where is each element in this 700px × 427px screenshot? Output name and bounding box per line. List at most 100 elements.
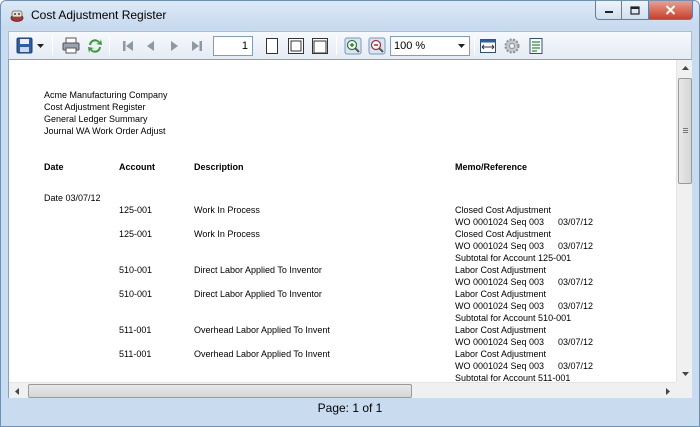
zoom-value: 100 % bbox=[394, 40, 426, 52]
row-description: Direct Labor Applied To Inventor bbox=[194, 265, 322, 275]
zoom-out-button[interactable] bbox=[366, 35, 388, 56]
page-width-icon bbox=[312, 37, 328, 54]
fit-page-icon bbox=[288, 37, 304, 54]
page-indicator: Page: 1 of 1 bbox=[317, 401, 383, 415]
close-icon bbox=[665, 5, 676, 15]
report-subtitle: General Ledger Summary bbox=[44, 114, 148, 124]
printer-icon bbox=[62, 37, 80, 54]
settings-button[interactable] bbox=[501, 35, 523, 56]
scroll-left-button[interactable] bbox=[9, 383, 25, 399]
previous-page-button[interactable] bbox=[140, 35, 162, 56]
row-reference-date: 03/07/12 bbox=[558, 337, 594, 347]
horizontal-scroll-thumb[interactable] bbox=[28, 384, 412, 398]
first-page-button[interactable] bbox=[117, 35, 139, 56]
single-page-button[interactable] bbox=[261, 35, 283, 56]
next-page-icon bbox=[171, 40, 178, 51]
scroll-down-button[interactable] bbox=[677, 366, 693, 382]
scroll-up-button[interactable] bbox=[677, 60, 693, 76]
page-setup-button[interactable] bbox=[477, 35, 499, 56]
account-subtotal: Subtotal for Account 511-001 bbox=[455, 373, 571, 382]
report-company-name: Acme Manufacturing Company bbox=[44, 90, 168, 100]
save-icon bbox=[16, 37, 32, 54]
toolbar-separator bbox=[474, 36, 475, 55]
toolbar-separator bbox=[52, 36, 53, 55]
scroll-right-button[interactable] bbox=[660, 383, 676, 399]
gear-icon bbox=[504, 38, 520, 53]
row-reference: WO 0001024 Seq 003 bbox=[455, 337, 545, 347]
row-account: 125-001 bbox=[119, 205, 153, 215]
toolbar-separator bbox=[109, 36, 110, 55]
vertical-scroll-thumb[interactable] bbox=[678, 78, 692, 184]
zoom-select[interactable]: 100 % bbox=[390, 36, 470, 56]
row-reference-date: 03/07/12 bbox=[558, 277, 594, 287]
page-setup-icon bbox=[480, 38, 496, 53]
row-reference: WO 0001024 Seq 003 bbox=[455, 241, 545, 251]
report-journal: Journal WA Work Order Adjust bbox=[44, 126, 166, 136]
minimize-icon bbox=[604, 11, 613, 13]
last-page-button[interactable] bbox=[186, 35, 208, 56]
close-button[interactable] bbox=[649, 1, 693, 20]
print-button[interactable] bbox=[60, 35, 82, 56]
row-memo: Closed Cost Adjustment bbox=[455, 205, 552, 215]
column-header-memo: Memo/Reference bbox=[455, 162, 528, 172]
chevron-down-icon bbox=[681, 372, 689, 376]
toolbar: 1 100 % bbox=[8, 31, 692, 59]
first-page-icon bbox=[123, 40, 133, 51]
single-page-icon bbox=[266, 37, 278, 54]
report-page: Acme Manufacturing Company Cost Adjustme… bbox=[9, 60, 676, 382]
vertical-scrollbar[interactable] bbox=[676, 60, 692, 382]
chevron-right-icon bbox=[666, 387, 670, 395]
zoom-in-button[interactable] bbox=[342, 35, 364, 56]
row-reference-date: 03/07/12 bbox=[558, 217, 594, 227]
row-memo: Closed Cost Adjustment bbox=[455, 229, 552, 239]
maximize-icon bbox=[630, 5, 640, 15]
report-title: Cost Adjustment Register bbox=[44, 102, 146, 112]
account-subtotal: Subtotal for Account 125-001 bbox=[455, 253, 572, 263]
row-account: 125-001 bbox=[119, 229, 153, 239]
page-number-input[interactable]: 1 bbox=[213, 36, 253, 56]
chevron-down-icon bbox=[36, 43, 44, 48]
window-controls bbox=[595, 1, 693, 21]
column-header-description: Description bbox=[194, 162, 244, 172]
maximize-button[interactable] bbox=[622, 1, 649, 20]
row-description: Work In Process bbox=[194, 229, 260, 239]
row-reference-date: 03/07/12 bbox=[558, 361, 594, 371]
row-memo: Labor Cost Adjustment bbox=[455, 349, 547, 359]
report-view: Acme Manufacturing Company Cost Adjustme… bbox=[8, 59, 692, 398]
row-memo: Labor Cost Adjustment bbox=[455, 325, 547, 335]
row-reference-date: 03/07/12 bbox=[558, 241, 594, 251]
row-description: Overhead Labor Applied To Invent bbox=[194, 349, 330, 359]
row-account: 511-001 bbox=[119, 349, 152, 359]
horizontal-scrollbar[interactable] bbox=[9, 382, 676, 398]
status-bar: Page: 1 of 1 bbox=[1, 399, 699, 426]
row-account: 511-001 bbox=[119, 325, 152, 335]
app-icon bbox=[10, 10, 24, 22]
next-page-button[interactable] bbox=[163, 35, 185, 56]
row-reference: WO 0001024 Seq 003 bbox=[455, 361, 545, 371]
chevron-left-icon bbox=[15, 387, 19, 395]
fit-page-button[interactable] bbox=[285, 35, 307, 56]
row-account: 510-001 bbox=[119, 265, 153, 275]
scrollbar-corner bbox=[676, 382, 692, 398]
export-button[interactable] bbox=[525, 35, 547, 56]
title-bar[interactable]: Cost Adjustment Register bbox=[1, 1, 699, 29]
chevron-up-icon bbox=[681, 66, 689, 70]
row-reference-date: 03/07/12 bbox=[558, 301, 594, 311]
last-page-icon bbox=[192, 40, 202, 51]
report-viewer-window: Cost Adjustment Register 1 100 % Acme Ma… bbox=[0, 0, 700, 427]
row-description: Work In Process bbox=[194, 205, 260, 215]
minimize-button[interactable] bbox=[595, 1, 622, 20]
zoom-in-icon bbox=[344, 37, 362, 54]
save-button[interactable] bbox=[13, 35, 35, 56]
row-memo: Labor Cost Adjustment bbox=[455, 265, 547, 275]
chevron-down-icon[interactable] bbox=[453, 37, 469, 55]
row-description: Direct Labor Applied To Inventor bbox=[194, 289, 322, 299]
export-icon bbox=[529, 37, 543, 54]
page-width-button[interactable] bbox=[309, 35, 331, 56]
save-dropdown-button[interactable] bbox=[34, 35, 46, 56]
window-title: Cost Adjustment Register bbox=[31, 8, 167, 22]
row-description: Overhead Labor Applied To Invent bbox=[194, 325, 330, 335]
refresh-button[interactable] bbox=[84, 35, 106, 56]
row-reference: WO 0001024 Seq 003 bbox=[455, 217, 545, 227]
previous-page-icon bbox=[147, 40, 154, 51]
